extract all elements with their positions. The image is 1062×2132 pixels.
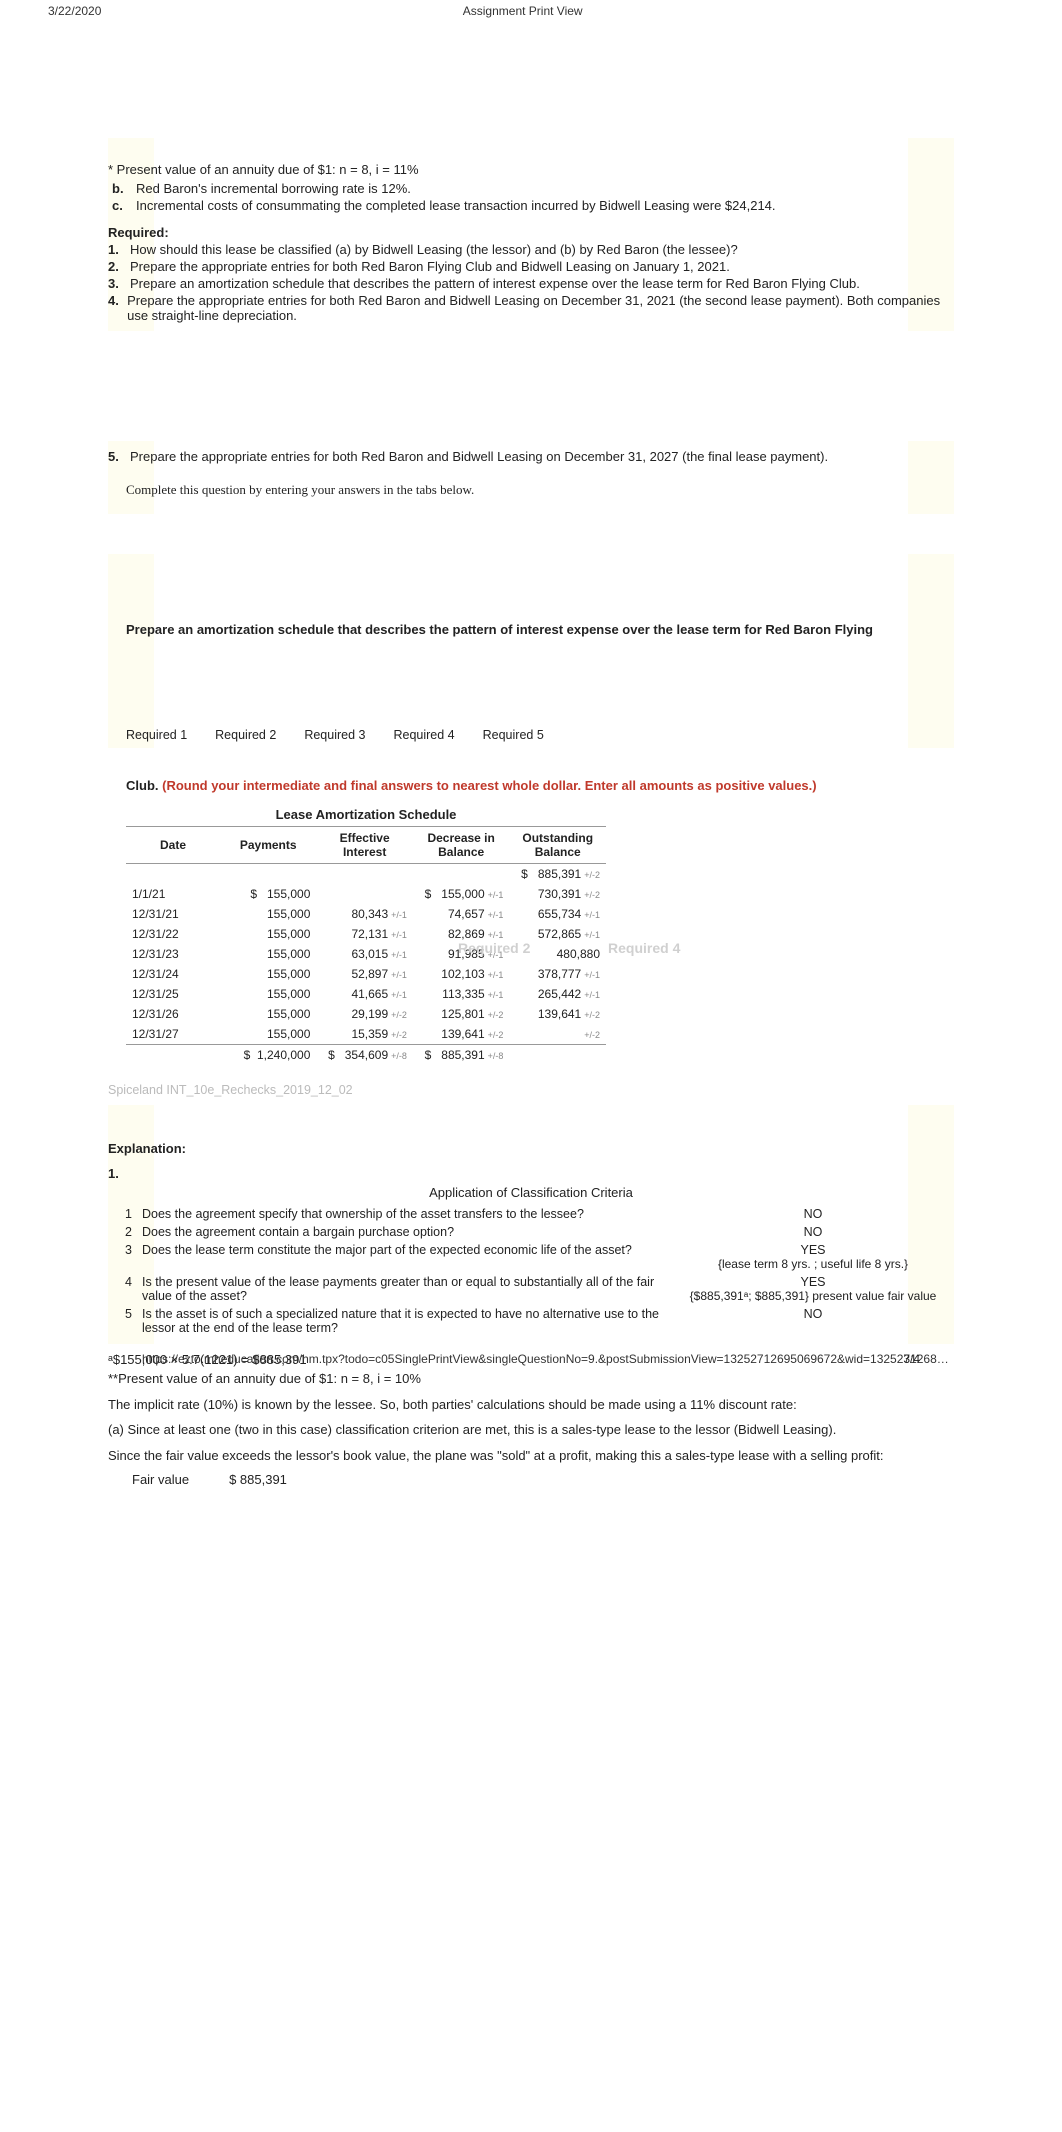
required-list: 1.How should this lease be classified (a… [108, 242, 954, 323]
fact-list: b. Red Baron's incremental borrowing rate… [112, 181, 954, 213]
tab-required-5[interactable]: Required 5 [483, 728, 544, 742]
table-row: 12/31/26155,00029,199+/-2125,801+/-2139,… [126, 1004, 606, 1024]
part-1-heading: 1. [108, 1166, 954, 1181]
table-row: 1/1/21$ 155,000$ 155,000+/-1730,391+/-2 [126, 884, 606, 904]
para-implicit-rate: The implicit rate (10%) is known by the … [108, 1396, 954, 1414]
pv-note-2: **Present value of an annuity due of $1:… [108, 1371, 954, 1386]
footer-page-number: 3/4 [903, 1352, 920, 1366]
fact-c: Incremental costs of consummating the co… [136, 198, 776, 213]
required-item: How should this lease be classified (a) … [130, 242, 738, 257]
tab-required-1[interactable]: Required 1 [126, 728, 187, 742]
criteria-row: 4Is the present value of the lease payme… [110, 1274, 952, 1304]
criteria-row: 3Does the lease term constitute the majo… [110, 1242, 952, 1272]
rechecks-note: Spiceland INT_10e_Rechecks_2019_12_02 [108, 1083, 954, 1097]
fair-value-amount: $ 885,391 [229, 1472, 287, 1487]
required-item: Prepare the appropriate entries for both… [130, 259, 730, 274]
watermark-req4: Required 4 [608, 940, 680, 956]
table-row: 12/31/27155,00015,359+/-2139,641+/-2+/-2 [126, 1024, 606, 1045]
required-item: Prepare the appropriate entries for both… [127, 293, 954, 323]
schedule-instruction-red: (Round your intermediate and final answe… [162, 778, 817, 793]
table-row: 12/31/21155,00080,343+/-174,657+/-1655,7… [126, 904, 606, 924]
tab-required-3[interactable]: Required 3 [304, 728, 365, 742]
criteria-row: 5Is the asset is of such a specialized n… [110, 1306, 952, 1336]
table-row: 12/31/24155,00052,897+/-1102,103+/-1378,… [126, 964, 606, 984]
criteria-row: 2Does the agreement contain a bargain pu… [110, 1224, 952, 1240]
table-row: 12/31/23155,00063,015+/-191,985+/-1480,8… [126, 944, 606, 964]
tab-required-4[interactable]: Required 4 [393, 728, 454, 742]
tabs-instruction: Complete this question by entering your … [126, 482, 954, 498]
tab-bar: Required 1 Required 2 Required 3 Required 4… [126, 728, 954, 742]
required-5-text: Prepare the appropriate entries for both… [130, 449, 828, 464]
table-row: 12/31/25155,00041,665+/-1113,335+/-1265,… [126, 984, 606, 1004]
required-item: Prepare an amortization schedule that de… [130, 276, 860, 291]
required-heading: Required: [108, 225, 954, 240]
fact-tag-c: c. [112, 198, 130, 213]
schedule-instruction: Prepare an amortization schedule that de… [126, 620, 954, 640]
required-5: 5.Prepare the appropriate entries for bo… [108, 449, 954, 464]
explanation-heading: Explanation: [108, 1141, 954, 1156]
pv-note: * Present value of an annuity due of $1:… [108, 162, 954, 177]
criteria-title: Application of Classification Criteria [108, 1185, 954, 1200]
amort-title: Lease Amortization Schedule [126, 807, 606, 822]
para-fairvalue: Since the fair value exceeds the lessor'… [108, 1447, 954, 1465]
fact-b: Red Baron's incremental borrowing rate i… [136, 181, 411, 196]
amortization-table: DatePaymentsEffective InterestDecrease i… [126, 826, 606, 1065]
fair-value-label: Fair value [132, 1472, 189, 1487]
footer-url: https://ezto.mheducation.com/hm.tpx?todo… [142, 1352, 949, 1366]
page-title: Assignment Print View [101, 4, 944, 18]
table-row: 12/31/22155,00072,131+/-182,869+/-1572,8… [126, 924, 606, 944]
tab-required-2[interactable]: Required 2 [215, 728, 276, 742]
club-prefix: Club. [126, 778, 162, 793]
para-classification-a: (a) Since at least one (two in this case… [108, 1421, 954, 1439]
fact-tag-b: b. [112, 181, 130, 196]
criteria-table: 1Does the agreement specify that ownersh… [108, 1204, 954, 1338]
watermark-req2: Required 2 [458, 940, 530, 956]
print-date: 3/22/2020 [48, 4, 101, 18]
criteria-row: 1Does the agreement specify that ownersh… [110, 1206, 952, 1222]
